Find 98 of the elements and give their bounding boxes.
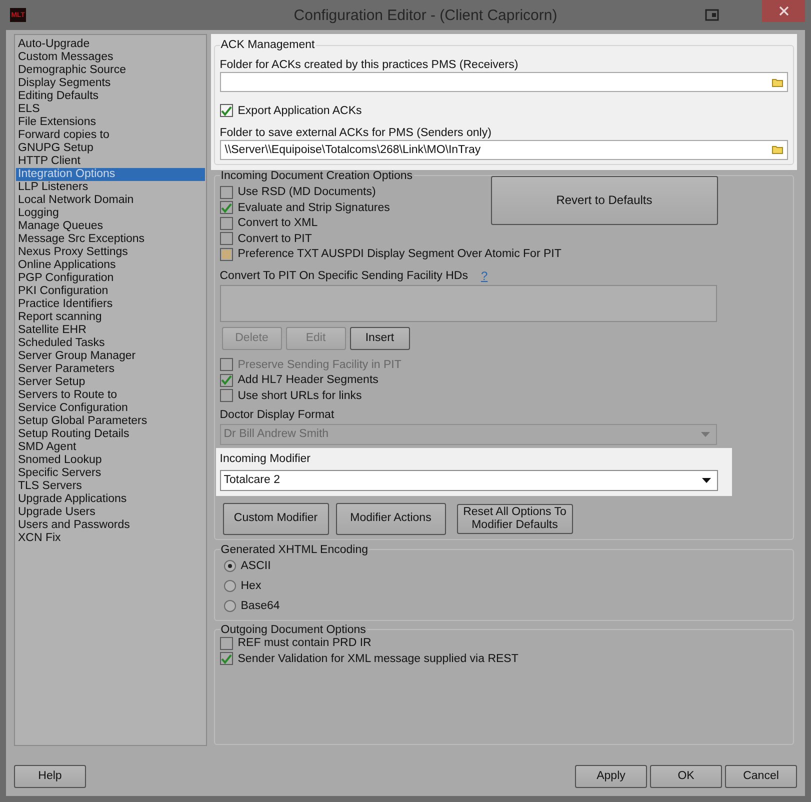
dropdown-value: Dr Bill Andrew Smith <box>224 428 329 440</box>
sidebar-item[interactable]: Report scanning <box>16 311 205 324</box>
checkbox-label: Preserve Sending Facility in PIT <box>238 358 402 371</box>
sidebar-item[interactable]: Forward copies to <box>16 129 205 142</box>
list-box[interactable] <box>220 285 717 322</box>
radio-label: Base64 <box>240 600 280 612</box>
dialog-button[interactable]: Cancel <box>725 765 797 788</box>
close-icon <box>778 6 788 16</box>
sidebar-item[interactable]: PGP Configuration <box>16 272 205 285</box>
checkbox-label: Preference TXT AUSPDI Display Segment Over Atomic For PIT <box>238 248 562 260</box>
dropdown[interactable]: Totalcare 2 <box>220 470 718 490</box>
checkbox[interactable] <box>220 216 233 230</box>
sidebar-item[interactable]: LLP Listeners <box>16 181 205 194</box>
checkbox-label: REF must contain PRD IR <box>238 637 372 650</box>
group-title: Incoming Document Creation Options <box>220 170 414 182</box>
sidebar-item[interactable]: GNUPG Setup <box>16 142 205 155</box>
group-title: Generated XHTML Encoding <box>220 544 369 556</box>
sidebar-item[interactable]: Logging <box>16 207 205 220</box>
input-field[interactable] <box>220 72 788 92</box>
sidebar-item[interactable]: Editing Defaults <box>16 90 205 103</box>
help-button[interactable]: Help <box>14 765 86 788</box>
checkbox-label: Use short URLs for links <box>238 390 362 402</box>
sidebar-item[interactable]: Display Segments <box>16 77 205 90</box>
window-icon[interactable] <box>705 9 719 21</box>
checkbox[interactable] <box>220 374 233 387</box>
list-button[interactable]: Insert <box>350 327 410 350</box>
sidebar-item[interactable]: Users and Passwords <box>16 519 205 532</box>
dialog-button[interactable]: Apply <box>575 765 647 788</box>
field-label: Doctor Display Format <box>220 408 336 422</box>
checkbox-label: Sender Validation for XML message supplied via REST <box>238 652 518 665</box>
field-label: Incoming Modifier <box>220 452 312 466</box>
sidebar-item[interactable]: Manage Queues <box>16 220 205 233</box>
dropdown-value: Totalcare 2 <box>224 474 280 486</box>
field-label: Convert To PIT On Specific Sending Facility HDs <box>220 269 468 283</box>
checkbox[interactable] <box>220 201 233 214</box>
sidebar-item[interactable]: Custom Messages <box>16 51 205 64</box>
folder-icon[interactable] <box>772 145 783 154</box>
checkbox[interactable] <box>220 186 233 199</box>
revert-button[interactable]: Revert to Defaults <box>490 176 718 225</box>
window-title: Configuration Editor - (Client Capricorn) <box>292 6 558 24</box>
checkbox[interactable] <box>220 652 233 666</box>
sidebar-item[interactable]: Upgrade Users <box>16 506 205 519</box>
group-title: Outgoing Document Options <box>220 624 367 636</box>
checkbox[interactable] <box>220 389 233 402</box>
sidebar-item[interactable]: Snomed Lookup <box>16 454 205 467</box>
sidebar-item[interactable]: Server Parameters <box>16 363 205 376</box>
checkbox-label: Convert to PIT <box>238 232 312 245</box>
sidebar-item[interactable]: Online Applications <box>16 259 205 272</box>
sidebar-item[interactable]: TLS Servers <box>16 480 205 493</box>
input-field[interactable]: \\Server\\Equipoise\Totalcoms\268\Link\MO\InTray <box>220 140 788 160</box>
modifier-button[interactable]: Custom Modifier <box>222 502 329 534</box>
field-value: \\Server\\Equipoise\Totalcoms\268\Link\MO\InTray <box>224 144 481 156</box>
sidebar-item[interactable]: SMD Agent <box>16 441 205 454</box>
sidebar-item[interactable]: Satellite EHR <box>16 324 205 337</box>
sidebar-item[interactable]: Servers to Route to <box>16 389 205 402</box>
sidebar-item[interactable]: PKI Configuration <box>16 285 205 298</box>
caret-icon <box>700 432 710 436</box>
radio-label: Hex <box>240 580 262 592</box>
sidebar-item[interactable]: Scheduled Tasks <box>16 337 205 350</box>
sidebar-item[interactable]: Auto-Upgrade <box>16 38 205 51</box>
radio-label: ASCII <box>240 560 271 572</box>
checkbox-label: Use RSD (MD Documents) <box>238 186 376 198</box>
sidebar-item[interactable]: Practice Identifiers <box>16 298 205 311</box>
caret-icon <box>702 478 711 482</box>
checkbox[interactable] <box>220 104 233 118</box>
group-title: ACK Management <box>220 39 316 51</box>
checkbox-label: Add HL7 Header Segments <box>238 374 378 386</box>
sidebar-item[interactable]: Setup Global Parameters <box>16 415 205 428</box>
folder-icon[interactable] <box>772 78 783 86</box>
field-label: Folder for ACKs created by this practices PMS (Receivers) <box>220 58 520 72</box>
sidebar-item[interactable]: ELS <box>16 103 205 116</box>
sidebar-item[interactable]: Setup Routing Details <box>16 428 205 441</box>
sidebar-item[interactable]: Service Configuration <box>16 402 205 415</box>
sidebar-item[interactable]: Demographic Source <box>16 64 205 77</box>
sidebar-item[interactable]: HTTP Client <box>16 155 205 168</box>
checkbox-label: Convert to XML <box>238 217 318 230</box>
checkbox-label: Export Application ACKs <box>238 104 362 117</box>
sidebar-item[interactable]: Server Group Manager <box>16 350 205 363</box>
modifier-button[interactable]: Reset All Options To Modifier Defaults <box>456 504 573 534</box>
close-button[interactable] <box>762 0 805 22</box>
field-label: Folder to save external ACKs for PMS (Senders only) <box>220 126 492 140</box>
modifier-button[interactable]: Modifier Actions <box>336 502 446 534</box>
sidebar-item[interactable]: Local Network Domain <box>16 194 205 207</box>
dialog-button[interactable]: OK <box>650 765 722 788</box>
sidebar-item[interactable]: Server Setup <box>16 376 205 389</box>
sidebar-item[interactable]: Upgrade Applications <box>16 493 205 506</box>
checkbox[interactable] <box>220 232 233 246</box>
radio-button[interactable] <box>224 560 236 572</box>
checkbox-label: Evaluate and Strip Signatures <box>238 202 390 214</box>
sidebar-item[interactable]: Specific Servers <box>16 467 205 480</box>
radio-button[interactable] <box>224 580 236 592</box>
sidebar-item[interactable]: Message Src Exceptions <box>16 233 205 246</box>
checkbox[interactable] <box>220 636 233 650</box>
sidebar-item[interactable]: File Extensions <box>16 116 205 129</box>
radio-button[interactable] <box>224 600 236 612</box>
sidebar-item[interactable]: XCN Fix <box>16 532 205 545</box>
sidebar-item[interactable]: Integration Options <box>16 168 205 181</box>
sidebar-item[interactable]: Nexus Proxy Settings <box>16 246 205 259</box>
